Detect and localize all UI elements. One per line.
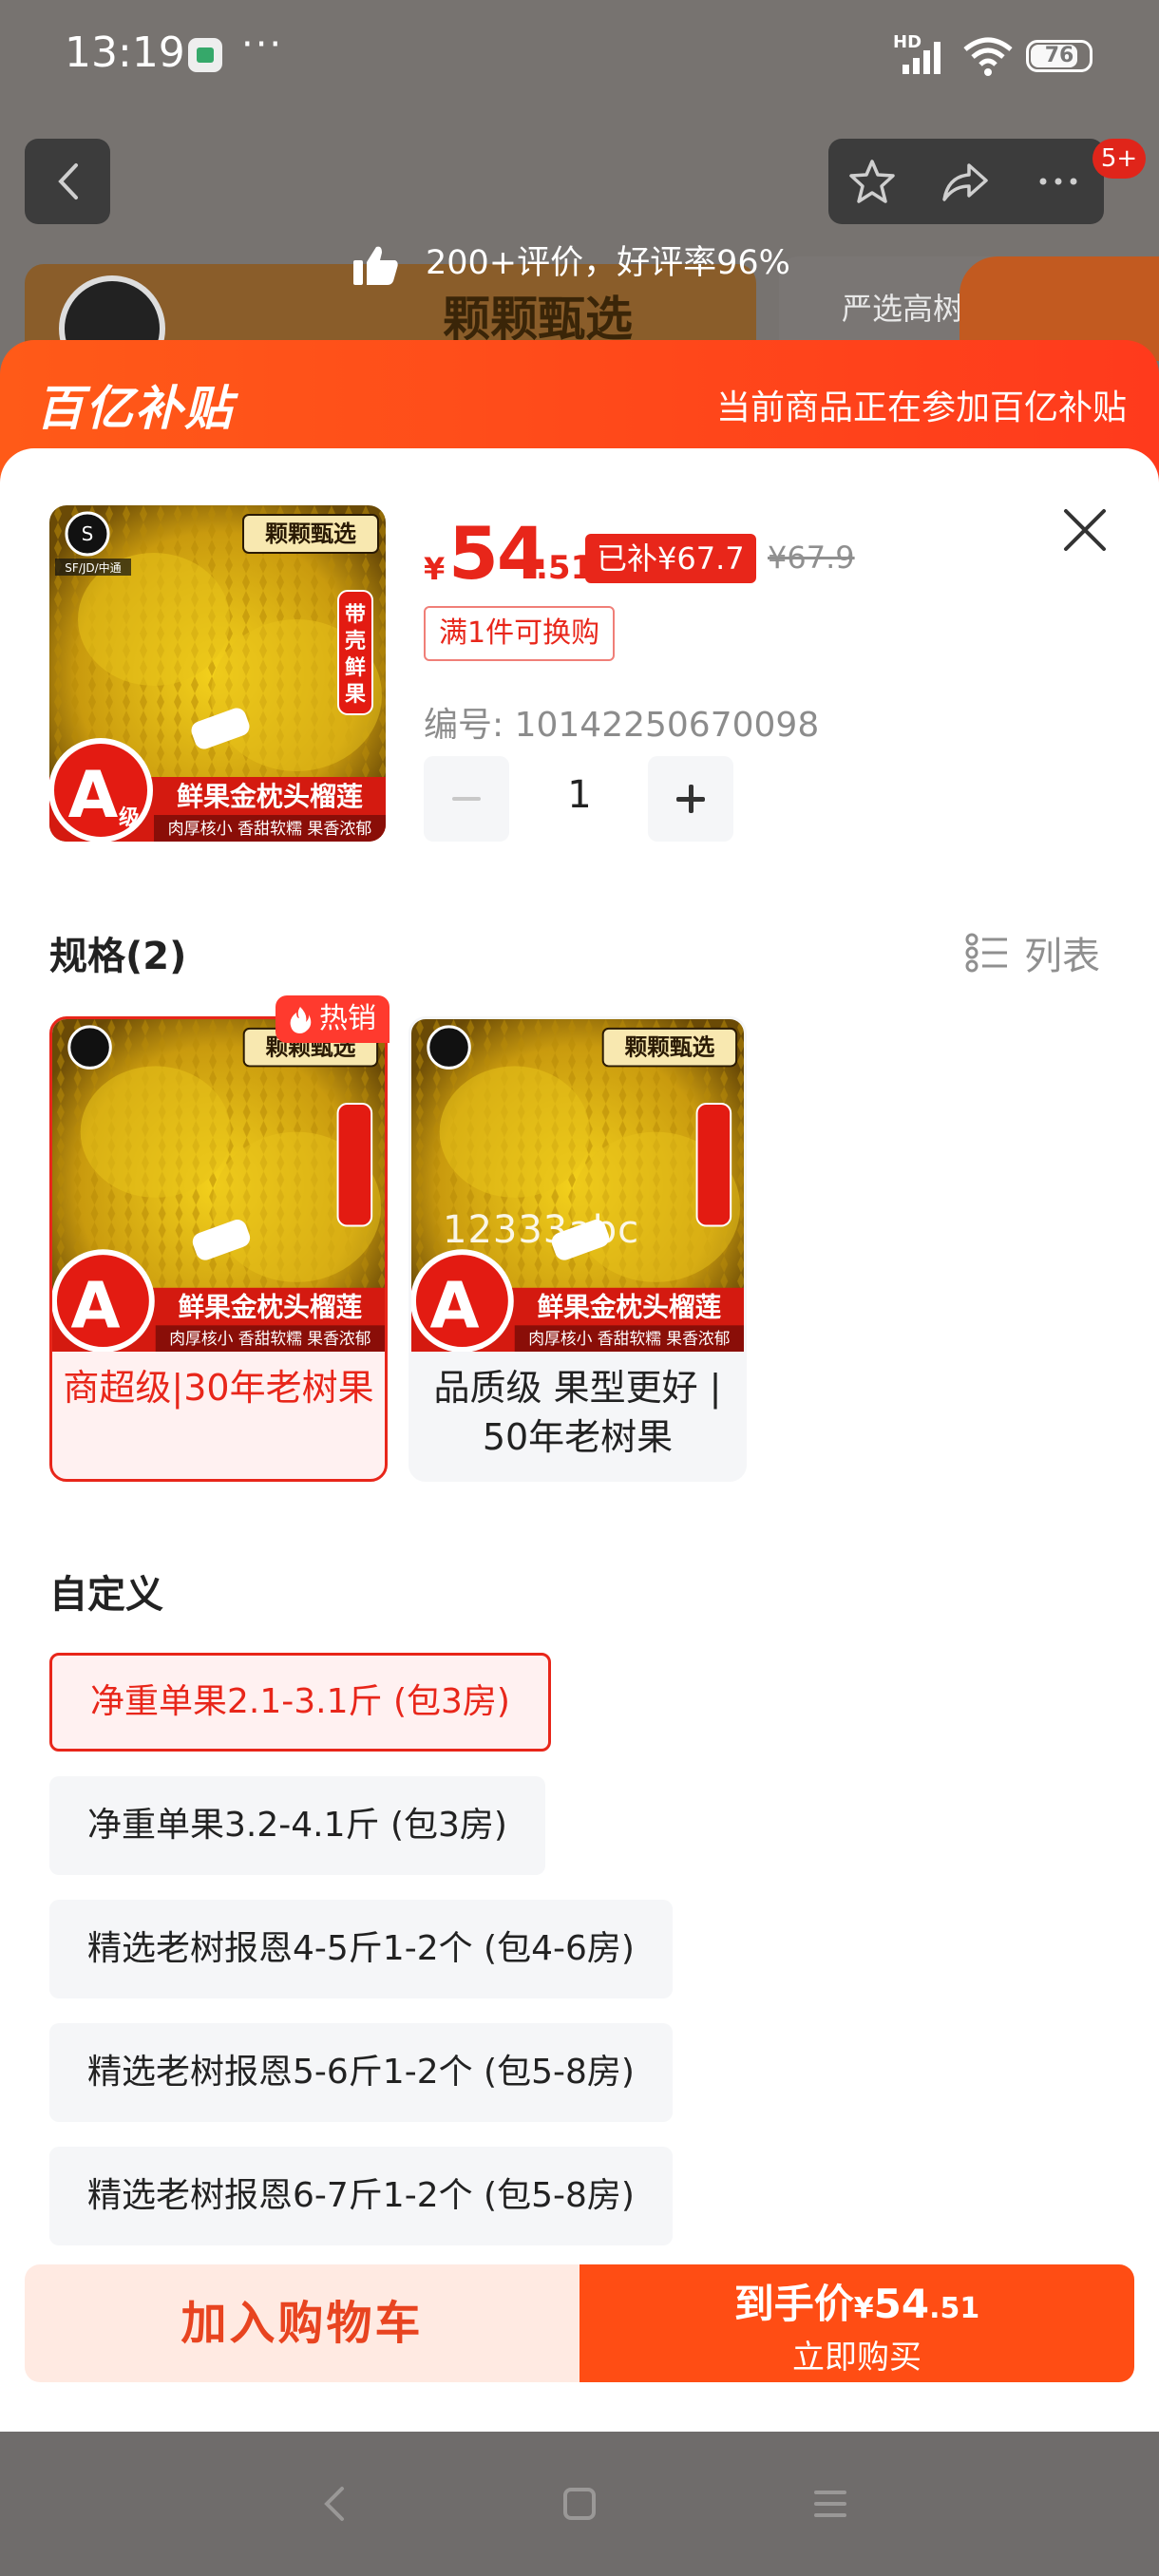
- svg-text:肉厚核小 香甜软糯 果香浓郁: 肉厚核小 香甜软糯 果香浓郁: [169, 1329, 370, 1348]
- app-notification-icon: [188, 38, 222, 72]
- final-price-integer: 54: [873, 2281, 930, 2327]
- system-menu-icon[interactable]: [813, 2485, 847, 2523]
- final-price-currency: ¥: [853, 2292, 874, 2325]
- product-thumbnail[interactable]: S SF/JD/中通 颗颗甄选 带 壳 鲜 果 鲜果金枕头榴莲 肉厚核小 香甜软…: [49, 505, 386, 842]
- svg-text:带: 带: [345, 603, 366, 627]
- thumb-grade: A: [68, 758, 119, 833]
- add-to-cart-button[interactable]: 加入购物车: [25, 2264, 580, 2382]
- list-toggle-label: 列表: [1024, 935, 1100, 978]
- original-price: ¥67.9: [768, 540, 855, 576]
- exchange-promo-tag: 满1件可换购: [424, 606, 616, 661]
- thumbs-up-icon: [353, 246, 398, 285]
- star-icon[interactable]: [847, 158, 897, 205]
- price-integer: 54: [448, 511, 547, 596]
- purchase-footer: 加入购物车 到手价¥54.51 立即购买: [0, 2253, 1159, 2432]
- background-banner-right-title: 严选高树: [842, 291, 964, 327]
- custom-option-2[interactable]: 净重单果3.2-4.1斤 (包3房): [49, 1776, 545, 1875]
- custom-option-3[interactable]: 精选老树报恩4-5斤1-2个 (包4-6房): [49, 1900, 673, 1998]
- svg-text:S: S: [82, 522, 94, 545]
- quantity-increase-button[interactable]: [648, 756, 733, 842]
- svg-text:鲜果金枕头榴莲: 鲜果金枕头榴莲: [538, 1291, 722, 1322]
- svg-text:肉厚核小 香甜软糯 果香浓郁: 肉厚核小 香甜软糯 果香浓郁: [528, 1329, 730, 1348]
- sku-selection-sheet: S SF/JD/中通 颗颗甄选 带 壳 鲜 果 鲜果金枕头榴莲 肉厚核小 香甜软…: [0, 448, 1159, 2432]
- spec-option-1[interactable]: 颗颗甄选 鲜果金枕头榴莲 肉厚核小 香甜软糯 果香浓郁 A 商超级|30年老树果: [49, 1016, 388, 1482]
- hot-sale-badge: 热销: [276, 995, 390, 1043]
- sku-code: 编号: 10142250670098: [424, 706, 820, 745]
- svg-text:鲜果金枕头榴莲: 鲜果金枕头榴莲: [179, 1291, 363, 1322]
- more-icon[interactable]: [1034, 158, 1083, 205]
- final-price-line: 到手价¥54.51: [580, 2272, 1134, 2330]
- spec-option-label: 商超级|30年老树果: [63, 1367, 374, 1409]
- custom-option-4[interactable]: 精选老树报恩5-6斤1-2个 (包5-8房): [49, 2023, 673, 2122]
- image-watermark-text: 12333abc: [443, 1208, 640, 1252]
- back-button[interactable]: [25, 139, 110, 224]
- subsidy-note: 当前商品正在参加百亿补贴: [715, 388, 1127, 427]
- svg-text:壳: 壳: [344, 630, 366, 653]
- system-home-icon[interactable]: [562, 2485, 597, 2523]
- final-price-decimal: .51: [929, 2292, 980, 2325]
- durian-product-image: S SF/JD/中通 颗颗甄选 带 壳 鲜 果 鲜果金枕头榴莲 肉厚核小 香甜软…: [49, 505, 386, 842]
- share-icon[interactable]: [940, 158, 990, 205]
- subsidy-amount-tag: 已补¥67.7: [585, 534, 756, 583]
- fire-icon: [290, 1007, 312, 1033]
- chevron-left-icon: [58, 163, 78, 199]
- svg-text:A: A: [429, 1268, 479, 1342]
- thumb-desc: 肉厚核小 香甜软糯 果香浓郁: [168, 820, 372, 839]
- custom-section-title: 自定义: [49, 1573, 163, 1617]
- status-time: 13:19: [65, 28, 185, 77]
- svg-text:果: 果: [345, 683, 366, 707]
- message-count-badge: 5+: [1092, 139, 1146, 179]
- screen: 13:19 ··· HD 76 5+ 颗颗甄选 严选高树 200+评价，好评率9…: [0, 0, 1159, 2576]
- price-currency: ¥: [424, 551, 446, 587]
- svg-text:A: A: [70, 1268, 120, 1342]
- thumb-name: 鲜果金枕头榴莲: [177, 781, 363, 812]
- system-navigation-bar: [0, 2432, 1159, 2576]
- final-price-prefix: 到手价: [733, 2281, 854, 2327]
- wifi-icon: [963, 37, 1013, 76]
- system-back-icon[interactable]: [321, 2485, 348, 2523]
- signal-icon: [902, 42, 940, 74]
- subsidy-logo: 百亿补贴: [36, 381, 234, 436]
- thumb-logistics: SF/JD/中通: [65, 560, 121, 575]
- durian-product-image: 颗颗甄选 鲜果金枕头榴莲 肉厚核小 香甜软糯 果香浓郁 A: [411, 1019, 744, 1352]
- svg-text:颗颗甄选: 颗颗甄选: [624, 1034, 714, 1061]
- svg-text:鲜: 鲜: [345, 656, 366, 680]
- battery-text: 76: [1044, 44, 1074, 67]
- spec-section-title: 规格(2): [49, 935, 187, 978]
- custom-option-5[interactable]: 精选老树报恩6-7斤1-2个 (包5-8房): [49, 2147, 673, 2245]
- quantity-value[interactable]: 1: [532, 773, 627, 817]
- close-icon[interactable]: [1060, 505, 1110, 555]
- battery-icon: 76: [1026, 40, 1092, 72]
- thumb-tag: 颗颗甄选: [265, 521, 356, 547]
- status-more-icon: ···: [241, 23, 284, 66]
- hot-sale-text: 热销: [319, 1002, 376, 1035]
- buy-now-label: 立即购买: [792, 2339, 922, 2377]
- svg-text:级: 级: [119, 805, 140, 830]
- top-actions-group: [828, 139, 1104, 224]
- review-summary-text: 200+评价，好评率96%: [426, 244, 790, 282]
- quantity-decrease-button[interactable]: [424, 756, 509, 842]
- status-bar: 13:19 ··· HD 76: [0, 0, 1159, 112]
- custom-option-1[interactable]: 净重单果2.1-3.1斤 (包3房): [49, 1653, 551, 1752]
- buy-now-button[interactable]: 到手价¥54.51 立即购买: [580, 2264, 1134, 2382]
- durian-product-image: 颗颗甄选 鲜果金枕头榴莲 肉厚核小 香甜软糯 果香浓郁 A: [52, 1019, 385, 1352]
- list-icon: [965, 933, 1007, 973]
- spec-option-label: 品质级 果型更好 | 50年老树果: [433, 1367, 722, 1458]
